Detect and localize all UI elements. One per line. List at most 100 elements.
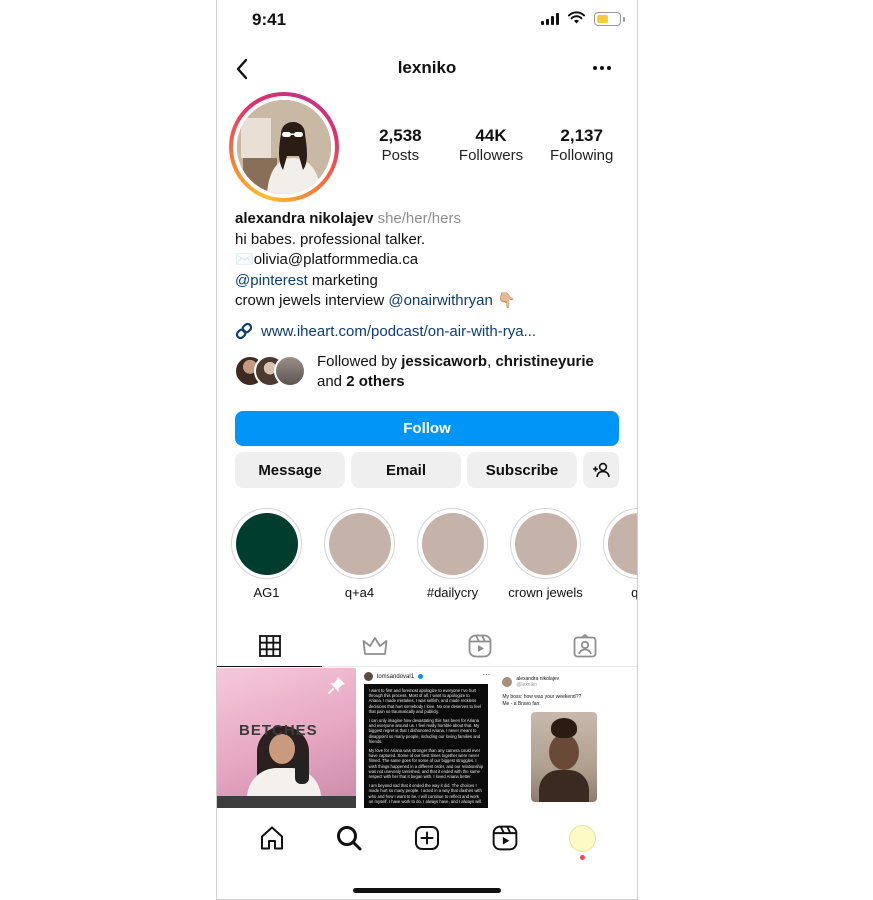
stat-label: Posts <box>381 147 420 164</box>
mutual-user: christineyurie <box>495 353 594 370</box>
message-button[interactable]: Message <box>235 452 345 488</box>
nav-profile[interactable] <box>560 816 604 860</box>
tweet-line: My boss: how was your weekend?? <box>502 694 582 700</box>
mention-pinterest[interactable]: @pinterest <box>235 272 308 289</box>
post-paragraph: I am beyond sad that it ended the way it… <box>368 783 483 804</box>
bio-text: marketing <box>307 271 378 289</box>
story-highlights: AG1 q+a4 #dailycry crown jewels q+ <box>231 508 638 600</box>
profile-bio: alexandra nikolajev she/her/hers hi babe… <box>235 209 625 312</box>
reels-icon <box>468 634 491 657</box>
more-icon: ··· <box>482 670 491 679</box>
profile-tabs <box>217 625 637 667</box>
post-paragraph: I can only imagine how devastating this … <box>368 718 481 744</box>
stat-following[interactable]: 2,137 Following <box>536 126 627 166</box>
email-button[interactable]: Email <box>351 452 461 488</box>
post-thumbnail[interactable]: tomsandoval1 ··· I want to first and for… <box>357 668 497 808</box>
nav-create[interactable] <box>405 816 449 860</box>
tweet-line: Me - a Bravo fan: <box>502 701 541 707</box>
battery-icon <box>594 12 625 26</box>
status-time: 9:41 <box>252 10 287 29</box>
stat-posts[interactable]: 2,538 Posts <box>355 126 446 166</box>
nav-reels[interactable] <box>483 816 527 860</box>
crown-icon <box>362 636 387 655</box>
highlight-cover <box>328 512 391 575</box>
mutual-avatars <box>234 352 308 387</box>
profile-header: lexniko <box>217 48 637 88</box>
highlight-cover <box>235 512 298 575</box>
bio-text: crown jewels interview <box>235 292 389 309</box>
mutual-user: jessicaworb <box>401 353 488 370</box>
mention-onairwithryan[interactable]: @onairwithryan <box>388 292 492 309</box>
followed-by[interactable]: Followed by jessicaworb, christineyurie … <box>234 352 594 392</box>
signal-icon <box>541 13 559 25</box>
tagged-icon <box>573 633 596 657</box>
bio-link[interactable]: www.iheart.com/podcast/on-air-with-rya..… <box>234 321 536 341</box>
highlight-cover <box>514 512 577 575</box>
highlight-label: q+ <box>631 585 638 600</box>
more-icon <box>593 66 597 70</box>
highlight-item[interactable]: AG1 <box>231 508 302 600</box>
suggested-users-button[interactable] <box>583 452 619 488</box>
more-options-button[interactable] <box>587 58 617 78</box>
pointing-down-emoji: 👇🏼 <box>497 292 516 309</box>
post-thumbnail[interactable]: BETCHES <box>217 668 356 808</box>
pronouns: she/her/hers <box>377 210 461 227</box>
highlight-cover <box>421 512 484 575</box>
reels-icon <box>492 825 517 851</box>
verified-icon <box>418 674 424 679</box>
stat-label: Following <box>549 147 614 164</box>
tab-posts[interactable] <box>217 625 322 667</box>
home-indicator[interactable] <box>353 888 501 893</box>
others-count: 2 others <box>346 373 405 390</box>
tab-reels[interactable] <box>427 625 532 666</box>
avatar-photo <box>237 100 331 194</box>
profile-stats: 2,538 Posts 44K Followers 2,137 Followin… <box>355 126 627 166</box>
wifi-icon <box>568 11 585 24</box>
bio-line: hi babes. professional talker. <box>235 230 426 248</box>
highlight-item[interactable]: q+a4 <box>324 508 395 600</box>
post-username: tomsandoval1 <box>376 673 415 680</box>
phone-screen: 9:41 lexniko 2,538 Posts 44K Followers 2… <box>216 0 638 900</box>
stat-label: Followers <box>458 147 524 164</box>
highlight-item[interactable]: q+ <box>603 508 638 600</box>
post-logo-text: BETCHES <box>239 722 318 739</box>
add-user-icon <box>593 462 610 478</box>
followed-prefix: Followed by <box>317 353 402 370</box>
tab-exclusive[interactable] <box>322 625 427 666</box>
search-icon <box>337 826 362 851</box>
follow-button[interactable]: Follow <box>235 411 619 446</box>
grid-icon <box>258 634 281 657</box>
highlight-cover <box>607 512 637 575</box>
highlight-label: q+a4 <box>344 585 375 600</box>
and-text: and <box>317 373 347 390</box>
highlight-item[interactable]: #dailycry <box>417 508 488 600</box>
bio-email: olivia@platformmedia.ca <box>253 251 419 268</box>
post-grid: BETCHES tomsandoval1 ··· I want to first… <box>217 668 637 808</box>
profile-avatar[interactable] <box>229 92 339 202</box>
profile-username: lexniko <box>397 58 457 77</box>
avatar <box>274 355 306 387</box>
new-post-icon <box>414 826 439 850</box>
stat-count: 2,137 <box>560 126 603 145</box>
link-icon <box>235 322 253 340</box>
bottom-navigation <box>217 816 637 860</box>
envelope-icon: ✉️ <box>235 251 254 268</box>
home-icon <box>260 826 283 850</box>
bio-link-text: www.iheart.com/podcast/on-air-with-rya..… <box>261 322 537 340</box>
tab-tagged[interactable] <box>532 625 637 666</box>
post-text-image: I want to first and foremost apologize t… <box>363 684 489 808</box>
highlight-item[interactable]: crown jewels <box>508 508 583 600</box>
nav-search[interactable] <box>327 816 371 860</box>
highlight-label: crown jewels <box>508 585 583 600</box>
stat-count: 2,538 <box>379 126 422 145</box>
avatar <box>363 672 373 681</box>
nav-home[interactable] <box>250 816 294 860</box>
stat-followers[interactable]: 44K Followers <box>446 126 537 166</box>
tweet-handle: @lexniko <box>516 682 537 688</box>
tweet-text: My boss: how was your weekend?? Me - a B… <box>502 694 581 708</box>
action-buttons: Message Email Subscribe <box>235 452 619 488</box>
post-thumbnail[interactable]: alexandra nikolajev @lexniko My boss: ho… <box>498 668 637 808</box>
pin-icon <box>327 677 345 694</box>
subscribe-button[interactable]: Subscribe <box>467 452 577 488</box>
highlight-label: #dailycry <box>426 585 479 600</box>
